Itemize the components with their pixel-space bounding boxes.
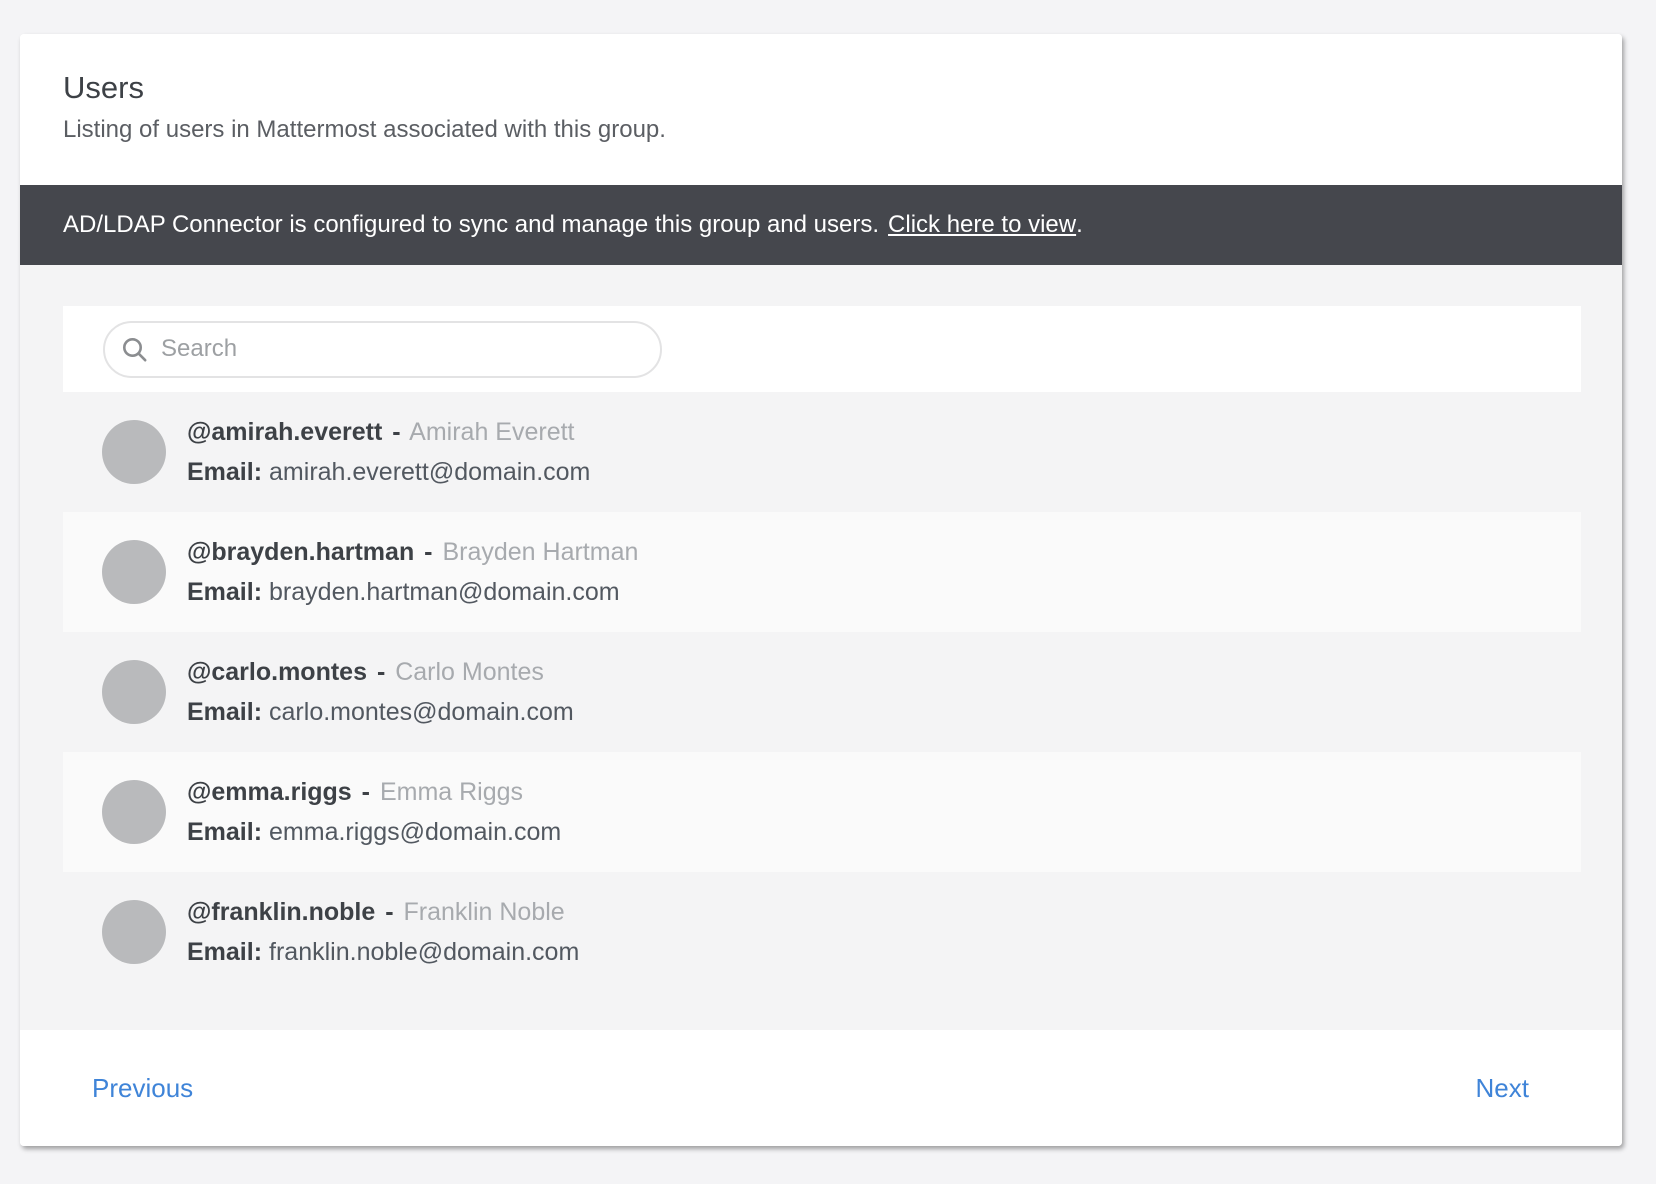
page-subtitle: Listing of users in Mattermost associate… (63, 116, 1579, 144)
users-card: Users Listing of users in Mattermost ass… (20, 34, 1622, 1146)
user-list: @amirah.everett - Amirah Everett Email:a… (63, 392, 1581, 992)
username: @emma.riggs (187, 778, 352, 806)
users-section: @amirah.everett - Amirah Everett Email:a… (20, 265, 1622, 1030)
avatar (102, 540, 166, 604)
user-list-item: @emma.riggs - Emma Riggs Email:emma.rigg… (63, 752, 1581, 872)
user-fullname: Franklin Noble (404, 898, 565, 926)
avatar (102, 780, 166, 844)
email-value: carlo.montes@domain.com (269, 698, 574, 726)
user-list-item: @franklin.noble - Franklin Noble Email:f… (63, 872, 1581, 992)
username: @carlo.montes (187, 658, 367, 686)
page-title: Users (63, 70, 1579, 106)
user-fullname: Brayden Hartman (442, 538, 638, 566)
email-value: brayden.hartman@domain.com (269, 578, 620, 606)
username: @amirah.everett (187, 418, 382, 446)
user-fullname: Emma Riggs (380, 778, 523, 806)
avatar (102, 900, 166, 964)
search-input[interactable] (161, 335, 660, 363)
email-label: Email: (187, 578, 262, 606)
email-value: emma.riggs@domain.com (269, 818, 561, 846)
separator: - (424, 538, 432, 566)
separator: - (377, 658, 385, 686)
user-list-item: @amirah.everett - Amirah Everett Email:a… (63, 392, 1581, 512)
user-fullname: Amirah Everett (409, 418, 574, 446)
avatar (102, 660, 166, 724)
user-list-item: @carlo.montes - Carlo Montes Email:carlo… (63, 632, 1581, 752)
separator: - (392, 418, 400, 446)
email-label: Email: (187, 458, 262, 486)
username: @franklin.noble (187, 898, 375, 926)
magnifier-icon (121, 336, 148, 363)
user-fullname: Carlo Montes (395, 658, 544, 686)
email-label: Email: (187, 698, 262, 726)
separator: - (362, 778, 370, 806)
banner-suffix: . (1076, 211, 1083, 239)
avatar (102, 420, 166, 484)
search-box[interactable] (103, 321, 662, 378)
pagination-previous-link[interactable]: Previous (92, 1073, 193, 1104)
user-list-item: @brayden.hartman - Brayden Hartman Email… (63, 512, 1581, 632)
email-value: amirah.everett@domain.com (269, 458, 590, 486)
card-header: Users Listing of users in Mattermost ass… (20, 34, 1622, 185)
pagination-footer: Previous Next (20, 1030, 1622, 1146)
pagination-next-link[interactable]: Next (1476, 1073, 1529, 1104)
banner-message: AD/LDAP Connector is configured to sync … (63, 211, 879, 239)
email-label: Email: (187, 818, 262, 846)
email-label: Email: (187, 938, 262, 966)
username: @brayden.hartman (187, 538, 414, 566)
separator: - (385, 898, 393, 926)
banner-click-here-link[interactable]: Click here to view (888, 211, 1076, 239)
email-value: franklin.noble@domain.com (269, 938, 579, 966)
search-band (63, 306, 1581, 392)
ldap-sync-banner: AD/LDAP Connector is configured to sync … (20, 185, 1622, 265)
